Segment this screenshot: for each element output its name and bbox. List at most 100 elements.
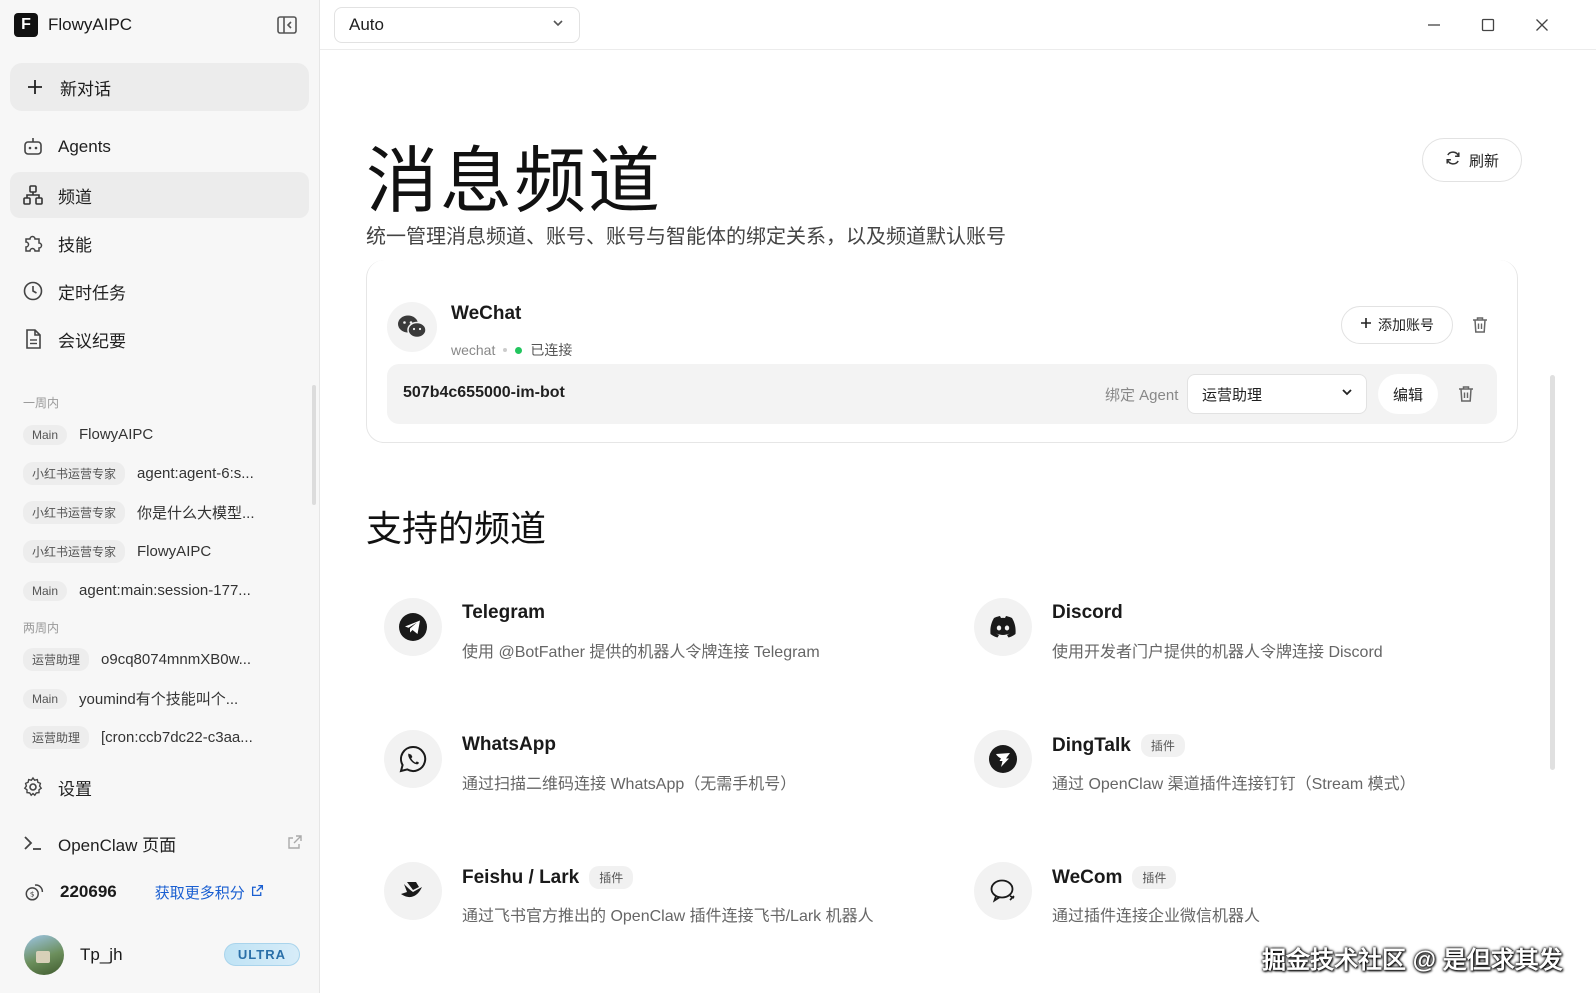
channel-option-desc: 通过 OpenClaw 渠道插件连接钉钉（Stream 模式）: [1052, 776, 1416, 793]
app-logo: F: [14, 13, 38, 37]
history-group-label: 两周内: [23, 621, 60, 635]
model-select-value: Auto: [349, 15, 384, 34]
telegram-icon: [384, 598, 442, 656]
sidebar-item-openclaw[interactable]: OpenClaw 页面: [10, 820, 309, 866]
gear-icon: [22, 776, 44, 798]
sidebar-item-channels[interactable]: 频道: [10, 172, 309, 218]
refresh-button[interactable]: 刷新: [1422, 138, 1522, 182]
sidebar-item-label: OpenClaw 页面: [58, 835, 177, 855]
clock-icon: [22, 280, 44, 302]
user-profile[interactable]: Tp_jh ULTRA: [24, 935, 300, 975]
channel-option-wecom[interactable]: WeCom 插件 通过插件连接企业微信机器人: [974, 860, 1534, 930]
delete-account-icon[interactable]: [1453, 381, 1479, 407]
sidebar-nav: Agents 频道 技能 定时任务 会议纪要: [10, 124, 309, 364]
agent-tag: Main: [23, 424, 68, 445]
channel-option-desc: 使用开发者门户提供的机器人令牌连接 Discord: [1052, 644, 1383, 661]
history-title: youmind有个技能叫个...: [79, 691, 239, 708]
bind-agent-label: 绑定 Agent: [1105, 387, 1179, 404]
channel-option-dingtalk[interactable]: DingTalk 插件 通过 OpenClaw 渠道插件连接钉钉（Stream 模…: [974, 728, 1534, 798]
history-item[interactable]: Main FlowyAIPC: [0, 415, 312, 454]
brand: F FlowyAIPC: [14, 12, 132, 38]
document-icon: [22, 328, 44, 350]
history-item[interactable]: 小红书运营专家 FlowyAIPC: [0, 532, 312, 571]
channel-option-whatsapp[interactable]: WhatsApp 通过扫描二维码连接 WhatsApp（无需手机号）: [384, 728, 944, 798]
watermark: 掘金技术社区 @ 是但求其发: [1262, 947, 1563, 974]
wecom-icon: [974, 862, 1032, 920]
puzzle-icon: [22, 232, 44, 254]
wechat-icon: [387, 302, 437, 352]
credits: $ 220696 获取更多积分: [24, 877, 304, 907]
wechat-channel-card: WeChat wechat 已连接 添加账号 507b4c655000-im-b…: [366, 260, 1518, 443]
history-scrollbar[interactable]: [312, 385, 316, 505]
channel-name: WeChat: [451, 303, 522, 324]
avatar: [24, 935, 64, 975]
sidebar-item-label: 频道: [58, 187, 92, 207]
add-account-label: 添加账号: [1378, 317, 1434, 333]
history-title: agent:main:session-177...: [79, 582, 251, 599]
plus-icon: [1360, 316, 1372, 334]
channel-option-discord[interactable]: Discord 使用开发者门户提供的机器人令牌连接 Discord: [974, 596, 1534, 666]
history-group-label: 一周内: [23, 396, 60, 410]
channel-option-desc: 使用 @BotFather 提供的机器人令牌连接 Telegram: [462, 644, 820, 661]
maximize-icon[interactable]: [1475, 12, 1501, 38]
chevron-down-icon: [551, 16, 565, 35]
sidebar-item-skills[interactable]: 技能: [10, 220, 309, 266]
close-icon[interactable]: [1529, 12, 1555, 38]
feishu-icon: [384, 862, 442, 920]
sidebar-collapse-icon[interactable]: [276, 14, 298, 36]
dingtalk-icon: [974, 730, 1032, 788]
history-item[interactable]: 运营助理 [cron:ccb7dc22-c3aa...: [0, 718, 312, 757]
agent-tag: Main: [23, 580, 68, 601]
minimize-icon[interactable]: [1421, 12, 1447, 38]
sidebar-item-meeting-notes[interactable]: 会议纪要: [10, 316, 309, 362]
history-title: [cron:ccb7dc22-c3aa...: [101, 729, 253, 746]
user-name: Tp_jh: [80, 945, 123, 964]
status-dot: [515, 346, 523, 354]
channel-option-label: WhatsApp: [462, 734, 556, 755]
edit-account-button[interactable]: 编辑: [1378, 374, 1438, 414]
supported-channels-title: 支持的频道: [366, 509, 547, 550]
main-scrollbar[interactable]: [1550, 375, 1555, 770]
plugin-badge: 插件: [1132, 866, 1177, 889]
agent-select[interactable]: 运营助理: [1187, 374, 1367, 414]
refresh-icon: [1445, 150, 1461, 171]
connection-status: 已连接: [530, 342, 573, 358]
history-item[interactable]: 小红书运营专家 agent:agent-6:s...: [0, 454, 312, 493]
history-item[interactable]: 小红书运营专家 你是什么大模型...: [0, 493, 312, 532]
history-item[interactable]: Main youmind有个技能叫个...: [0, 679, 312, 718]
app-name: FlowyAIPC: [48, 15, 133, 34]
channel-option-desc: 通过插件连接企业微信机器人: [1052, 908, 1261, 925]
plan-badge: ULTRA: [223, 943, 300, 966]
channel-option-feishu[interactable]: Feishu / Lark 插件 通过飞书官方推出的 OpenClaw 插件连接飞…: [384, 860, 944, 930]
history-item[interactable]: 运营助理 o9cq8074mnmXB0w...: [0, 640, 312, 679]
agent-tag: 运营助理: [23, 726, 90, 749]
sidebar-item-label: 定时任务: [58, 283, 126, 303]
external-link-icon: [287, 834, 303, 855]
channel-option-telegram[interactable]: Telegram 使用 @BotFather 提供的机器人令牌连接 Telegr…: [384, 596, 944, 666]
main-content: 消息频道 统一管理消息频道、账号、账号与智能体的绑定关系，以及频道默认账号 刷新…: [320, 50, 1596, 993]
agent-select-value: 运营助理: [1202, 386, 1263, 404]
history-title: agent:agent-6:s...: [137, 465, 254, 482]
model-select[interactable]: Auto: [334, 7, 580, 43]
plugin-badge: 插件: [1140, 734, 1185, 757]
history-item[interactable]: Main agent:main:session-177...: [0, 571, 312, 610]
edit-label: 编辑: [1392, 386, 1423, 404]
delete-channel-icon[interactable]: [1467, 312, 1493, 338]
history-title: FlowyAIPC: [79, 426, 154, 443]
new-chat-button[interactable]: 新对话: [10, 63, 309, 111]
channel-meta: wechat 已连接: [451, 340, 572, 360]
add-account-button[interactable]: 添加账号: [1341, 306, 1453, 344]
sidebar-item-agents[interactable]: Agents: [10, 124, 309, 170]
get-more-credits-link[interactable]: 获取更多积分: [155, 882, 264, 903]
channel-option-name: Discord: [1052, 602, 1123, 624]
channel-option-name: WeCom 插件: [1052, 866, 1177, 889]
agent-tag: 小红书运营专家: [23, 462, 126, 485]
channel-option-label: Feishu / Lark: [462, 866, 580, 888]
sidebar-item-label: 设置: [58, 779, 92, 799]
sidebar-item-scheduled-tasks[interactable]: 定时任务: [10, 268, 309, 314]
agent-tag: 小红书运营专家: [23, 540, 126, 563]
sidebar-item-settings[interactable]: 设置: [10, 764, 309, 810]
whatsapp-icon: [384, 730, 442, 788]
agent-tag: 小红书运营专家: [23, 501, 126, 524]
discord-icon: [974, 598, 1032, 656]
